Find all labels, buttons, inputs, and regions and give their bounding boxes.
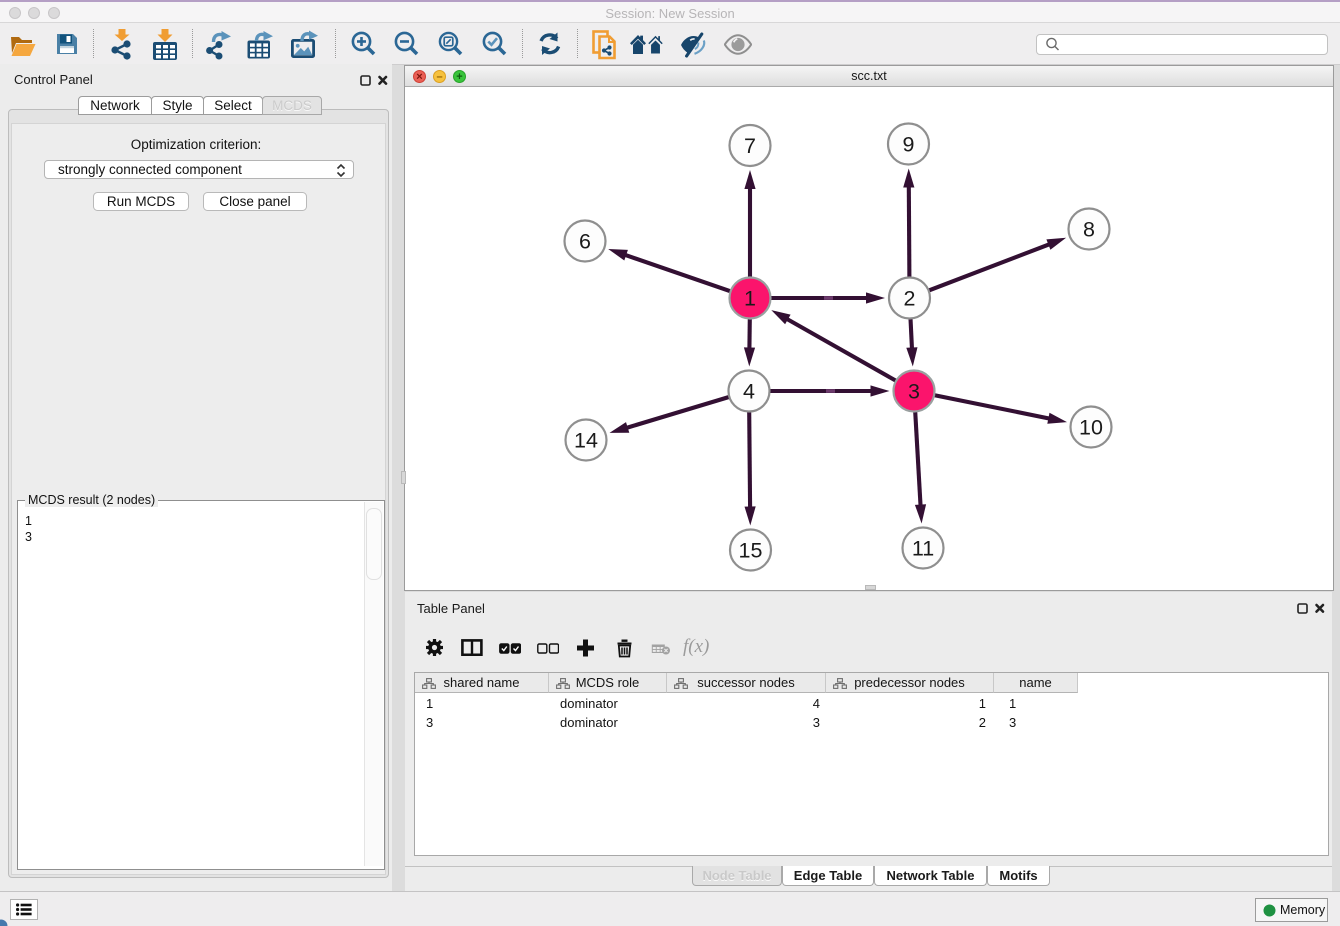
svg-text:2: 2	[904, 287, 916, 311]
svg-text:9: 9	[903, 133, 915, 157]
svg-text:15: 15	[739, 539, 763, 563]
svg-text:4: 4	[743, 380, 755, 404]
svg-text:6: 6	[579, 230, 591, 254]
svg-text:10: 10	[1079, 416, 1103, 440]
svg-text:7: 7	[744, 134, 756, 158]
svg-text:8: 8	[1083, 218, 1095, 242]
svg-text:3: 3	[908, 380, 920, 404]
svg-text:1: 1	[744, 287, 756, 311]
svg-text:14: 14	[574, 429, 598, 453]
svg-text:11: 11	[912, 537, 934, 561]
